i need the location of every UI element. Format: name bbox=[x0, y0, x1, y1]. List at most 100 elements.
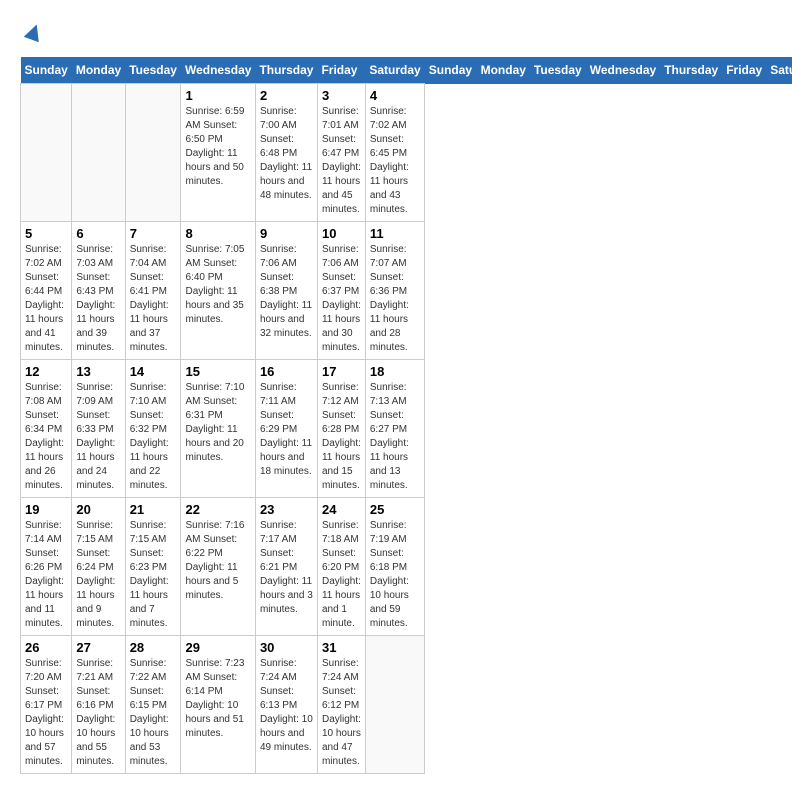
day-cell: 8 Sunrise: 7:05 AM Sunset: 6:40 PM Daylig… bbox=[181, 222, 255, 360]
day-number: 23 bbox=[260, 502, 313, 517]
day-cell: 11 Sunrise: 7:07 AM Sunset: 6:36 PM Dayli… bbox=[365, 222, 424, 360]
day-number: 15 bbox=[185, 364, 250, 379]
day-number: 25 bbox=[370, 502, 420, 517]
day-info: Sunrise: 7:15 AM Sunset: 6:23 PM Dayligh… bbox=[130, 519, 177, 631]
day-cell: 21 Sunrise: 7:15 AM Sunset: 6:23 PM Dayli… bbox=[125, 498, 181, 636]
day-cell bbox=[125, 84, 181, 222]
day-cell: 26Sunrise: 7:20 AM Sunset: 6:17 PM Dayli… bbox=[21, 636, 72, 774]
page-header bbox=[20, 20, 772, 47]
day-cell: 25 Sunrise: 7:19 AM Sunset: 6:18 PM Dayli… bbox=[365, 498, 424, 636]
day-cell: 27 Sunrise: 7:21 AM Sunset: 6:16 PM Dayli… bbox=[72, 636, 125, 774]
day-cell: 14 Sunrise: 7:10 AM Sunset: 6:32 PM Dayli… bbox=[125, 360, 181, 498]
day-cell: 19 Sunrise: 7:14 AM Sunset: 6:26 PM Dayli… bbox=[21, 498, 72, 636]
day-number: 28 bbox=[130, 640, 177, 655]
day-info: Sunrise: 7:13 AM Sunset: 6:27 PM Dayligh… bbox=[370, 381, 420, 493]
day-number: 24 bbox=[322, 502, 361, 517]
day-cell: 2 Sunrise: 7:00 AM Sunset: 6:48 PM Daylig… bbox=[255, 84, 317, 222]
day-number: 29 bbox=[185, 640, 250, 655]
header-saturday: Saturday bbox=[365, 57, 424, 84]
header-col-monday: Monday bbox=[477, 57, 530, 84]
logo-triangle-icon bbox=[24, 22, 44, 42]
day-number: 8 bbox=[185, 226, 250, 241]
day-number: 18 bbox=[370, 364, 420, 379]
day-info: Sunrise: 7:00 AM Sunset: 6:48 PM Dayligh… bbox=[260, 105, 313, 203]
day-number: 3 bbox=[322, 88, 361, 103]
day-number: 19 bbox=[25, 502, 67, 517]
day-cell bbox=[72, 84, 125, 222]
day-number: 21 bbox=[130, 502, 177, 517]
day-cell: 17 Sunrise: 7:12 AM Sunset: 6:28 PM Dayli… bbox=[317, 360, 365, 498]
day-number: 4 bbox=[370, 88, 420, 103]
day-cell: 6 Sunrise: 7:03 AM Sunset: 6:43 PM Daylig… bbox=[72, 222, 125, 360]
header-tuesday: Tuesday bbox=[125, 57, 181, 84]
day-info: Sunrise: 7:09 AM Sunset: 6:33 PM Dayligh… bbox=[76, 381, 120, 493]
day-cell: 7 Sunrise: 7:04 AM Sunset: 6:41 PM Daylig… bbox=[125, 222, 181, 360]
day-info: Sunrise: 7:05 AM Sunset: 6:40 PM Dayligh… bbox=[185, 243, 250, 327]
day-number: 14 bbox=[130, 364, 177, 379]
header-col-sunday: Sunday bbox=[425, 57, 477, 84]
day-info: Sunrise: 7:07 AM Sunset: 6:36 PM Dayligh… bbox=[370, 243, 420, 355]
day-info: Sunrise: 7:19 AM Sunset: 6:18 PM Dayligh… bbox=[370, 519, 420, 631]
day-number: 27 bbox=[76, 640, 120, 655]
day-number: 2 bbox=[260, 88, 313, 103]
week-row-0: 1 Sunrise: 6:59 AM Sunset: 6:50 PM Daylig… bbox=[21, 84, 792, 222]
day-info: Sunrise: 7:18 AM Sunset: 6:20 PM Dayligh… bbox=[322, 519, 361, 631]
day-info: Sunrise: 7:24 AM Sunset: 6:12 PM Dayligh… bbox=[322, 657, 361, 769]
day-info: Sunrise: 7:24 AM Sunset: 6:13 PM Dayligh… bbox=[260, 657, 313, 755]
day-info: Sunrise: 7:15 AM Sunset: 6:24 PM Dayligh… bbox=[76, 519, 120, 631]
day-number: 9 bbox=[260, 226, 313, 241]
day-cell: 30Sunrise: 7:24 AM Sunset: 6:13 PM Dayli… bbox=[255, 636, 317, 774]
day-cell: 4 Sunrise: 7:02 AM Sunset: 6:45 PM Daylig… bbox=[365, 84, 424, 222]
day-info: Sunrise: 7:04 AM Sunset: 6:41 PM Dayligh… bbox=[130, 243, 177, 355]
day-cell: 29 Sunrise: 7:23 AM Sunset: 6:14 PM Dayli… bbox=[181, 636, 255, 774]
header-monday: Monday bbox=[72, 57, 125, 84]
day-info: Sunrise: 7:02 AM Sunset: 6:45 PM Dayligh… bbox=[370, 105, 420, 217]
day-number: 1 bbox=[185, 88, 250, 103]
day-info: Sunrise: 7:06 AM Sunset: 6:38 PM Dayligh… bbox=[260, 243, 313, 341]
day-info: Sunrise: 6:59 AM Sunset: 6:50 PM Dayligh… bbox=[185, 105, 250, 189]
day-cell: 3 Sunrise: 7:01 AM Sunset: 6:47 PM Daylig… bbox=[317, 84, 365, 222]
day-info: Sunrise: 7:23 AM Sunset: 6:14 PM Dayligh… bbox=[185, 657, 250, 741]
day-number: 12 bbox=[25, 364, 67, 379]
header-wednesday: Wednesday bbox=[181, 57, 255, 84]
day-cell: 18 Sunrise: 7:13 AM Sunset: 6:27 PM Dayli… bbox=[365, 360, 424, 498]
day-cell: 23Sunrise: 7:17 AM Sunset: 6:21 PM Dayli… bbox=[255, 498, 317, 636]
day-info: Sunrise: 7:21 AM Sunset: 6:16 PM Dayligh… bbox=[76, 657, 120, 769]
day-number: 22 bbox=[185, 502, 250, 517]
day-cell: 28Sunrise: 7:22 AM Sunset: 6:15 PM Dayli… bbox=[125, 636, 181, 774]
day-info: Sunrise: 7:14 AM Sunset: 6:26 PM Dayligh… bbox=[25, 519, 67, 631]
day-number: 13 bbox=[76, 364, 120, 379]
day-info: Sunrise: 7:01 AM Sunset: 6:47 PM Dayligh… bbox=[322, 105, 361, 217]
day-info: Sunrise: 7:11 AM Sunset: 6:29 PM Dayligh… bbox=[260, 381, 313, 479]
day-cell: 22 Sunrise: 7:16 AM Sunset: 6:22 PM Dayli… bbox=[181, 498, 255, 636]
day-cell: 15 Sunrise: 7:10 AM Sunset: 6:31 PM Dayli… bbox=[181, 360, 255, 498]
day-info: Sunrise: 7:08 AM Sunset: 6:34 PM Dayligh… bbox=[25, 381, 67, 493]
week-row-3: 19 Sunrise: 7:14 AM Sunset: 6:26 PM Dayli… bbox=[21, 498, 792, 636]
day-cell: 24 Sunrise: 7:18 AM Sunset: 6:20 PM Dayli… bbox=[317, 498, 365, 636]
day-number: 7 bbox=[130, 226, 177, 241]
header-col-friday: Friday bbox=[722, 57, 766, 84]
header-col-thursday: Thursday bbox=[660, 57, 722, 84]
day-info: Sunrise: 7:16 AM Sunset: 6:22 PM Dayligh… bbox=[185, 519, 250, 603]
day-info: Sunrise: 7:10 AM Sunset: 6:31 PM Dayligh… bbox=[185, 381, 250, 465]
day-cell: 12 Sunrise: 7:08 AM Sunset: 6:34 PM Dayli… bbox=[21, 360, 72, 498]
header-thursday: Thursday bbox=[255, 57, 317, 84]
header-col-wednesday: Wednesday bbox=[586, 57, 660, 84]
day-cell: 5Sunrise: 7:02 AM Sunset: 6:44 PM Daylig… bbox=[21, 222, 72, 360]
day-number: 17 bbox=[322, 364, 361, 379]
day-info: Sunrise: 7:03 AM Sunset: 6:43 PM Dayligh… bbox=[76, 243, 120, 355]
day-number: 20 bbox=[76, 502, 120, 517]
day-info: Sunrise: 7:10 AM Sunset: 6:32 PM Dayligh… bbox=[130, 381, 177, 493]
day-number: 16 bbox=[260, 364, 313, 379]
day-info: Sunrise: 7:06 AM Sunset: 6:37 PM Dayligh… bbox=[322, 243, 361, 355]
day-number: 6 bbox=[76, 226, 120, 241]
day-cell bbox=[21, 84, 72, 222]
day-info: Sunrise: 7:02 AM Sunset: 6:44 PM Dayligh… bbox=[25, 243, 67, 355]
week-row-2: 12 Sunrise: 7:08 AM Sunset: 6:34 PM Dayli… bbox=[21, 360, 792, 498]
day-cell: 1 Sunrise: 6:59 AM Sunset: 6:50 PM Daylig… bbox=[181, 84, 255, 222]
logo bbox=[20, 20, 44, 47]
week-row-4: 26Sunrise: 7:20 AM Sunset: 6:17 PM Dayli… bbox=[21, 636, 792, 774]
day-info: Sunrise: 7:12 AM Sunset: 6:28 PM Dayligh… bbox=[322, 381, 361, 493]
day-number: 10 bbox=[322, 226, 361, 241]
day-number: 11 bbox=[370, 226, 420, 241]
